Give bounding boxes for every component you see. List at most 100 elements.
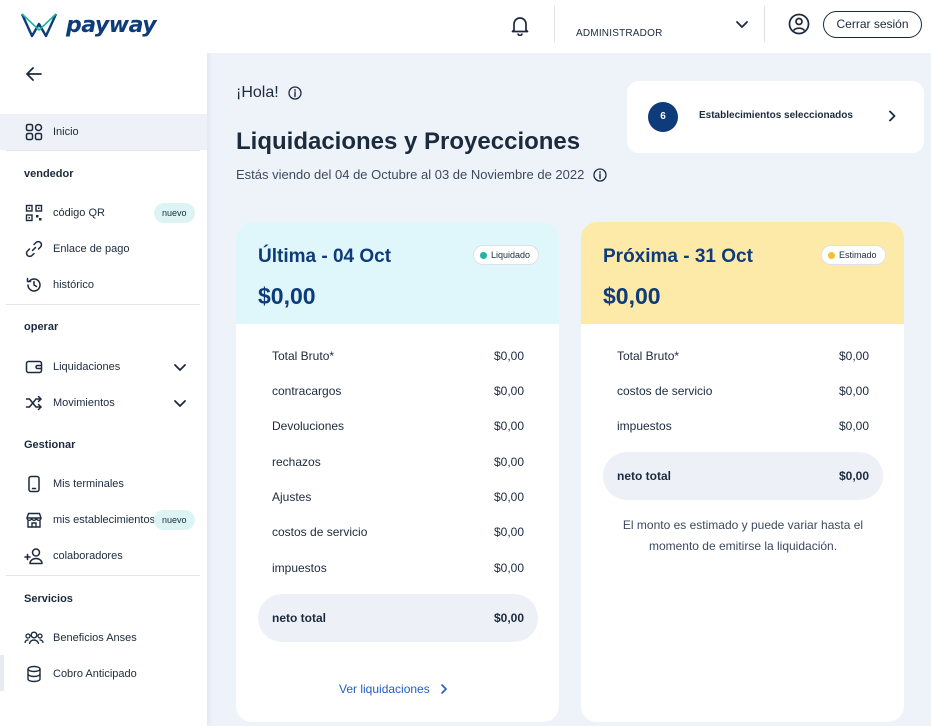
payway-logo-icon <box>20 13 58 38</box>
row-value: $0,00 <box>838 384 869 398</box>
establishments-selector[interactable]: 6 Establecimientos seleccionados <box>627 81 924 153</box>
row-value: $0,00 <box>493 455 524 469</box>
sidebar-item-label: histórico <box>53 279 94 291</box>
net-total-row: neto total $0,00 <box>603 452 883 500</box>
logout-button[interactable]: Cerrar sesión <box>823 11 922 38</box>
new-badge: nuevo <box>154 510 195 530</box>
sidebar-item-label: Enlace de pago <box>53 243 130 255</box>
status-badge: Estimado <box>821 245 886 265</box>
link-icon <box>24 239 44 259</box>
card-title: Última - 04 Oct <box>258 246 392 267</box>
row-label: Ajustes <box>272 490 312 504</box>
sidebar-item-mis-establecimientos[interactable]: mis establecimientos nuevo <box>0 502 207 538</box>
row-value: $0,00 <box>838 419 869 433</box>
row-value: $0,00 <box>493 349 524 363</box>
card-amount: $0,00 <box>258 283 316 309</box>
section-title-gestionar: Gestionar <box>24 439 76 451</box>
active-edge <box>0 655 4 691</box>
user-icon[interactable] <box>788 13 810 35</box>
row-label: impuestos <box>272 561 327 575</box>
sidebar: payway Inicio vendedor código QR nuevo E… <box>0 0 207 726</box>
row-value: $0,00 <box>493 490 524 504</box>
greeting: ¡Hola! <box>236 84 302 102</box>
history-icon <box>24 275 44 295</box>
sidebar-item-movimientos[interactable]: Movimientos <box>0 385 207 421</box>
row-label: Total Bruto* <box>272 349 335 363</box>
payway-logo[interactable]: payway <box>20 10 157 40</box>
add-user-icon <box>24 546 44 566</box>
date-range-text: Estás viendo del 04 de Octubre al 03 de … <box>236 167 585 182</box>
info-icon[interactable] <box>593 167 607 182</box>
sidebar-item-label: Cobro Anticipado <box>53 668 137 680</box>
breakdown-row: costos de servicio $0,00 <box>272 525 524 539</box>
sidebar-item-beneficios-anses[interactable]: Beneficios Anses <box>0 620 207 656</box>
section-title-operar: operar <box>24 321 59 333</box>
breakdown-row: impuestos $0,00 <box>617 419 869 433</box>
chevron-down-icon[interactable] <box>734 16 750 32</box>
greeting-text: ¡Hola! <box>236 84 279 101</box>
sidebar-item-colaboradores[interactable]: colaboradores <box>0 538 207 574</box>
store-icon <box>24 510 44 530</box>
estimate-note: El monto es estimado y puede variar hast… <box>622 518 864 553</box>
section-title-vendedor: vendedor <box>24 168 74 180</box>
sidebar-item-label: Liquidaciones <box>53 361 121 373</box>
row-label: rechazos <box>272 455 321 469</box>
row-label: costos de servicio <box>272 525 368 539</box>
sidebar-item-label: mis establecimientos <box>53 514 156 526</box>
sidebar-divider <box>6 575 200 576</box>
status-text: Liquidado <box>491 250 531 260</box>
sidebar-item-liquidaciones[interactable]: Liquidaciones <box>0 349 207 385</box>
sidebar-item-historico[interactable]: histórico <box>0 267 207 303</box>
card-header: Próxima - 31 Oct Estimado $0,00 <box>581 222 904 324</box>
phone-icon <box>24 474 44 494</box>
establishments-label: Establecimientos seleccionados <box>699 110 853 121</box>
bell-icon[interactable] <box>509 14 531 36</box>
sidebar-item-label: colaboradores <box>53 550 123 562</box>
breakdown-row: contracargos $0,00 <box>272 384 524 398</box>
breakdown-row: Ajustes $0,00 <box>272 490 524 504</box>
database-icon <box>24 664 44 684</box>
role-selector[interactable]: ADMINISTRADOR <box>576 28 663 39</box>
sidebar-item-label: Movimientos <box>53 397 115 409</box>
sidebar-item-qr[interactable]: código QR nuevo <box>0 195 207 231</box>
sidebar-item-label: código QR <box>53 207 105 219</box>
card-header: Última - 04 Oct Liquidado $0,00 <box>236 222 559 324</box>
breakdown-row: costos de servicio $0,00 <box>617 384 869 398</box>
back-arrow-icon[interactable] <box>24 64 44 84</box>
chevron-right-icon <box>889 110 896 122</box>
info-icon[interactable] <box>288 86 302 100</box>
new-badge: nuevo <box>154 203 195 223</box>
sidebar-item-enlace-de-pago[interactable]: Enlace de pago <box>0 231 207 267</box>
net-total-label: neto total <box>617 469 671 483</box>
breakdown-row: Devoluciones $0,00 <box>272 419 524 433</box>
row-value: $0,00 <box>493 419 524 433</box>
settlement-card-last: Última - 04 Oct Liquidado $0,00 Total Br… <box>236 222 559 722</box>
link-label: Ver liquidaciones <box>339 682 430 696</box>
shuffle-icon <box>24 393 44 413</box>
sidebar-item-label: Mis terminales <box>53 478 124 490</box>
row-label: costos de servicio <box>617 384 713 398</box>
brand-name: payway <box>66 12 157 38</box>
view-settlements-link[interactable]: Ver liquidaciones <box>339 682 449 696</box>
sidebar-divider <box>6 150 200 151</box>
chevron-right-icon <box>440 684 447 694</box>
topbar-divider <box>554 6 555 42</box>
establishments-count: 6 <box>648 102 678 132</box>
sidebar-item-inicio[interactable]: Inicio <box>0 114 207 150</box>
sidebar-item-mis-terminales[interactable]: Mis terminales <box>0 466 207 502</box>
row-label: contracargos <box>272 384 342 398</box>
row-label: impuestos <box>617 419 672 433</box>
card-amount: $0,00 <box>603 283 661 309</box>
sidebar-item-cobro-anticipado[interactable]: Cobro Anticipado <box>0 656 207 692</box>
net-total-value: $0,00 <box>493 611 524 625</box>
row-value: $0,00 <box>493 561 524 575</box>
status-text: Estimado <box>839 250 877 260</box>
section-title-servicios: Servicios <box>24 593 73 605</box>
breakdown-row: Total Bruto* $0,00 <box>617 349 869 363</box>
chevron-down-icon[interactable] <box>172 359 188 375</box>
chevron-down-icon[interactable] <box>172 395 188 411</box>
top-bar: ADMINISTRADOR Cerrar sesión <box>207 0 931 53</box>
row-value: $0,00 <box>493 384 524 398</box>
row-label: Devoluciones <box>272 419 345 433</box>
people-icon <box>24 628 44 648</box>
